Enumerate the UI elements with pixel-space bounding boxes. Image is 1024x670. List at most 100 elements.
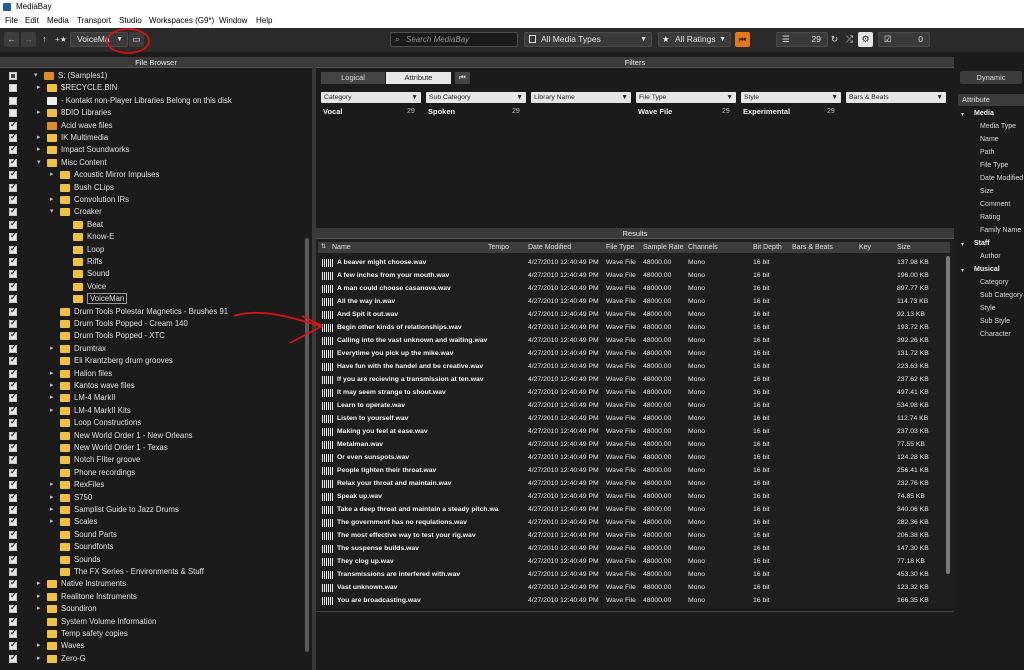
folder-row[interactable]: ▾ Misc Content bbox=[0, 157, 300, 169]
table-row[interactable]: They clog up.wav 4/27/2010 12:40:49 PM Wav… bbox=[318, 555, 946, 568]
chevron-right-icon[interactable]: ▸ bbox=[50, 369, 54, 377]
folder-checkbox[interactable] bbox=[9, 194, 17, 204]
column-sample-rate[interactable]: Sample Rate bbox=[643, 242, 683, 253]
folder-checkbox[interactable] bbox=[9, 430, 17, 440]
folder-checkbox[interactable] bbox=[9, 169, 17, 180]
filter-column-dropdown[interactable]: Style ▼ bbox=[741, 92, 841, 103]
folder-row[interactable]: ▾ Croaker bbox=[0, 206, 300, 218]
chevron-right-icon[interactable]: ▸ bbox=[37, 145, 41, 153]
folder-checkbox[interactable] bbox=[9, 603, 17, 614]
folder-row[interactable]: Sound bbox=[0, 268, 300, 280]
column-name[interactable]: Name bbox=[332, 242, 351, 253]
chevron-right-icon[interactable]: ▸ bbox=[50, 393, 54, 401]
attribute-item[interactable]: File Type bbox=[980, 162, 1008, 169]
filter-value[interactable]: Spoken bbox=[428, 107, 455, 116]
folder-checkbox[interactable] bbox=[9, 306, 17, 316]
folder-row[interactable]: New World Order 1 - Texas bbox=[0, 442, 300, 454]
folder-row[interactable]: ▸ Scales bbox=[0, 516, 300, 528]
table-row[interactable]: You are broadcasting.wav 4/27/2010 12:40:… bbox=[318, 594, 946, 607]
menu-edit[interactable]: Edit bbox=[25, 16, 39, 25]
folder-row[interactable]: ▸ Convolution IRs bbox=[0, 194, 300, 206]
attribute-item[interactable]: Name bbox=[980, 136, 999, 143]
dynamic-tab[interactable]: Dynamic bbox=[960, 71, 1022, 84]
table-row[interactable]: And Spit it out.wav 4/27/2010 12:40:49 PM… bbox=[318, 308, 946, 321]
table-row[interactable]: A few inches from your mouth.wav 4/27/201… bbox=[318, 269, 946, 282]
folder-checkbox[interactable] bbox=[9, 554, 17, 564]
folder-checkbox[interactable] bbox=[9, 516, 17, 527]
column-bit-depth[interactable]: Bit Depth bbox=[753, 242, 782, 253]
folder-checkbox[interactable] bbox=[9, 541, 17, 552]
menu-workspaces[interactable]: Workspaces (G9*) bbox=[149, 16, 214, 25]
folder-checkbox[interactable] bbox=[9, 109, 17, 118]
chevron-down-icon[interactable]: ▾ bbox=[37, 158, 41, 166]
chevron-right-icon[interactable]: ▸ bbox=[37, 108, 41, 116]
folder-checkbox[interactable] bbox=[9, 578, 17, 589]
folder-checkbox[interactable] bbox=[9, 566, 17, 576]
folder-checkbox[interactable] bbox=[9, 640, 17, 651]
table-row[interactable]: Listen to yourself.wav 4/27/2010 12:40:49… bbox=[318, 412, 946, 425]
filter-column-dropdown[interactable]: Library Name ▼ bbox=[531, 92, 631, 103]
folder-checkbox[interactable] bbox=[9, 120, 17, 130]
reset-filter-button[interactable]: ⏮ bbox=[735, 32, 750, 47]
folder-row[interactable]: ▸ Waves bbox=[0, 640, 300, 652]
table-row[interactable]: The government has no requlations.wav 4/2… bbox=[318, 516, 946, 529]
column-date-modified[interactable]: Date Modified bbox=[528, 242, 571, 253]
forward-arrow-icon[interactable]: → bbox=[21, 32, 36, 47]
table-row[interactable]: All the way in.wav 4/27/2010 12:40:49 PM W… bbox=[318, 295, 946, 308]
folder-checkbox[interactable] bbox=[9, 219, 17, 229]
folder-checkbox[interactable] bbox=[9, 417, 17, 428]
attribute-item[interactable]: Comment bbox=[980, 201, 1010, 208]
attribute-item[interactable]: Author bbox=[980, 253, 1001, 260]
shuffle-icon[interactable]: ⤮ bbox=[843, 32, 856, 47]
column-tempo[interactable]: Tempo bbox=[488, 242, 509, 253]
folder-checkbox[interactable] bbox=[9, 268, 17, 279]
folder-row[interactable]: ▸ Acoustic Mirror Impulses bbox=[0, 169, 300, 181]
column-size[interactable]: Size bbox=[897, 242, 911, 253]
folder-row[interactable]: ▸ RexFiles bbox=[0, 479, 300, 491]
table-row[interactable]: The most effective way to test your rig.… bbox=[318, 529, 946, 542]
table-row[interactable]: People tighten their throat.wav 4/27/2010… bbox=[318, 464, 946, 477]
column-key[interactable]: Key bbox=[859, 242, 871, 253]
menu-window[interactable]: Window bbox=[219, 16, 247, 25]
attribute-item[interactable]: Sub Category bbox=[980, 292, 1023, 299]
folder-row[interactable]: Phone recordings bbox=[0, 467, 300, 479]
chevron-down-icon[interactable]: ▾ bbox=[961, 267, 964, 274]
folder-checkbox[interactable] bbox=[9, 492, 17, 502]
table-row[interactable]: If you are recieving a transmission at t… bbox=[318, 373, 946, 386]
attribute-item[interactable]: Family Name bbox=[980, 227, 1021, 234]
chevron-right-icon[interactable]: ▸ bbox=[37, 654, 41, 662]
chevron-right-icon[interactable]: ▸ bbox=[37, 133, 41, 141]
folder-checkbox[interactable] bbox=[9, 96, 17, 105]
ratings-dropdown[interactable]: ★ All Ratings ▼ bbox=[658, 32, 731, 47]
folder-row[interactable]: Acid wave files bbox=[0, 120, 300, 132]
results-scrollbar[interactable] bbox=[946, 256, 950, 574]
folder-checkbox[interactable] bbox=[9, 616, 17, 626]
folder-row[interactable]: ▸ IK Multimedia bbox=[0, 132, 300, 144]
column-file-type[interactable]: File Type bbox=[606, 242, 634, 253]
table-row[interactable]: Begin other kinds of relationships.wav 4/… bbox=[318, 321, 946, 334]
chevron-right-icon[interactable]: ▸ bbox=[50, 493, 54, 501]
tab-attribute[interactable]: Attribute bbox=[386, 72, 451, 84]
table-row[interactable]: Everytime you pick up the mike.wav 4/27/2… bbox=[318, 347, 946, 360]
folder-row[interactable]: ▸ Halion files bbox=[0, 368, 300, 380]
folder-row[interactable]: Know-E bbox=[0, 231, 300, 243]
back-arrow-icon[interactable]: ← bbox=[4, 32, 19, 47]
table-row[interactable]: Learn to operate.wav 4/27/2010 12:40:49 P… bbox=[318, 399, 946, 412]
menu-transport[interactable]: Transport bbox=[77, 16, 111, 25]
folder-checkbox[interactable] bbox=[9, 244, 17, 254]
chevron-down-icon[interactable]: ▾ bbox=[961, 241, 964, 248]
folder-row[interactable]: System Volume Information bbox=[0, 616, 300, 628]
table-row[interactable]: Metalman.wav 4/27/2010 12:40:49 PM Wave Fi… bbox=[318, 438, 946, 451]
folder-row[interactable]: ▸ Soundiron bbox=[0, 603, 300, 615]
chevron-right-icon[interactable]: ▸ bbox=[50, 195, 54, 203]
attribute-item[interactable]: Path bbox=[980, 149, 994, 156]
folder-row[interactable]: The FX Series - Environments & Stuff bbox=[0, 566, 300, 578]
table-row[interactable]: Relax your throat and maintain.wav 4/27/2… bbox=[318, 477, 946, 490]
folder-row[interactable]: ▸ Samplist Guide to Jazz Drums bbox=[0, 504, 300, 516]
folder-row[interactable]: ▾ S: (Samples1) bbox=[0, 70, 300, 82]
column-bars-beats[interactable]: Bars & Beats bbox=[792, 242, 833, 253]
attribute-item[interactable]: Category bbox=[980, 279, 1008, 286]
folder-checkbox[interactable] bbox=[9, 442, 17, 452]
table-row[interactable]: Calling into the vast unknown and waitin… bbox=[318, 334, 946, 347]
filter-value[interactable]: Vocal bbox=[323, 107, 342, 116]
